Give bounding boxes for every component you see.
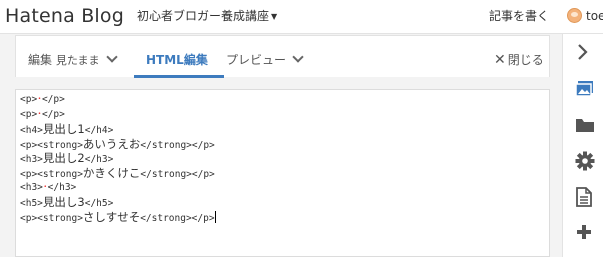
code-text: あいうえお <box>82 136 141 151</box>
code-line: <h3>見出し2</h3> <box>20 151 216 166</box>
close-button-label: 閉じる <box>507 53 544 67</box>
code-line: <p><strong>かきくけこ</strong></p> <box>20 166 216 181</box>
code-tag: </h4> <box>84 125 114 137</box>
gear-icon <box>575 151 595 171</box>
code-text: 見出し1 <box>42 122 85 137</box>
close-button[interactable]: ✕ 閉じる <box>494 52 544 68</box>
tab-edit-mode-label: 編集 <box>28 53 53 67</box>
code-line: <h5>見出し3</h5> <box>20 195 216 210</box>
plus-icon <box>577 225 591 239</box>
photo-button[interactable] <box>563 74 603 104</box>
code-line: <p>･</p> <box>20 93 216 108</box>
code-line: <h4>見出し1</h4> <box>20 122 216 137</box>
tab-edit-mode[interactable]: 編集 見たまま <box>28 51 118 69</box>
code-tag: <p> <box>20 108 38 120</box>
code-tag: <h4> <box>20 125 43 137</box>
code-tag: </h3> <box>47 181 77 193</box>
code-tag: <p> <box>20 94 38 105</box>
code-line: <p>･</p> <box>20 108 216 123</box>
blog-selector[interactable]: 初心者ブロガー養成講座 ▼ <box>137 8 277 25</box>
code-content[interactable]: <p>･</p> <p>･</p> <h4>見出し1</h4> <p><strong>… <box>20 93 216 224</box>
code-tag: </h5> <box>84 198 114 210</box>
tab-edit-mode-value: 見たまま <box>55 54 100 67</box>
avatar[interactable] <box>567 8 582 23</box>
code-tag: </p> <box>41 94 65 105</box>
code-tag: </strong></p> <box>140 139 215 151</box>
document-button[interactable] <box>563 181 603 211</box>
photo-icon <box>575 81 593 97</box>
folder-button[interactable] <box>563 110 603 140</box>
tab-preview[interactable]: プレビュー <box>226 51 304 68</box>
code-text: 見出し2 <box>42 151 85 166</box>
code-tag: <h5> <box>20 198 43 210</box>
document-icon <box>576 187 592 207</box>
text-cursor <box>214 210 216 223</box>
write-article-link[interactable]: 記事を書く <box>489 8 549 24</box>
logo[interactable]: Hatena Blog <box>5 4 124 28</box>
chevron-down-icon <box>292 51 304 63</box>
editor-tabs: 編集 見たまま HTML編集 プレビュー ✕ 閉じる <box>15 35 550 78</box>
chevron-right-icon <box>578 44 588 60</box>
tab-html-edit[interactable]: HTML編集 <box>146 52 208 68</box>
code-text: さしすせそ <box>82 209 141 224</box>
code-tag: </h3> <box>84 154 114 166</box>
tab-preview-label: プレビュー <box>226 53 287 67</box>
settings-button[interactable] <box>563 145 603 175</box>
code-text: かきくけこ <box>82 165 141 180</box>
code-text: 見出し3 <box>42 195 85 210</box>
active-tab-indicator <box>134 75 224 78</box>
code-line: <p><strong>さしすせそ</strong></p> <box>20 210 216 225</box>
code-tag: <p><strong> <box>20 139 83 151</box>
code-tag: </p> <box>41 108 65 120</box>
code-tag: <p><strong> <box>20 168 83 180</box>
code-tag: <p><strong> <box>20 212 83 224</box>
code-line: <p><strong>あいうえお</strong></p> <box>20 137 216 152</box>
code-tag: <h3> <box>20 154 43 166</box>
html-editor[interactable]: <p>･</p> <p>･</p> <h4>見出し1</h4> <p><strong>… <box>15 89 550 257</box>
chevron-down-icon <box>105 51 118 63</box>
blog-selector-label: 初心者ブロガー養成講座 <box>137 9 270 23</box>
code-tag: </strong></p> <box>140 168 215 180</box>
folder-icon <box>576 119 594 132</box>
close-icon: ✕ <box>494 52 506 68</box>
add-button[interactable] <box>563 217 603 247</box>
collapse-sidebar-button[interactable] <box>563 37 603 67</box>
right-sidebar <box>562 34 603 257</box>
caret-down-icon: ▼ <box>271 12 278 21</box>
code-line: <h3>･</h3> <box>20 181 216 196</box>
code-tag: <h3> <box>20 181 43 193</box>
username[interactable]: toe <box>586 8 603 24</box>
top-header: Hatena Blog 初心者ブロガー養成講座 ▼ 記事を書く toe <box>0 0 603 34</box>
code-tag: </strong></p> <box>140 212 215 224</box>
